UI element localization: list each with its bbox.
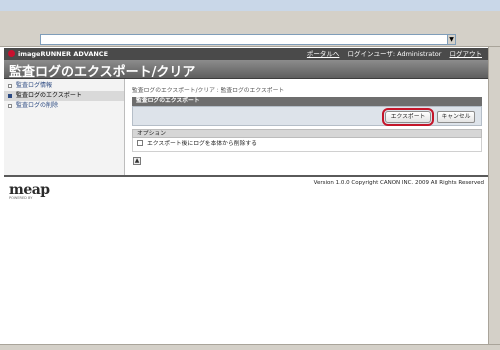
login-user-label: ログインユーザ: Administrator [347, 50, 442, 58]
brand-name: imageRUNNER ADVANCE [18, 50, 109, 58]
browser-status-bar [0, 344, 500, 350]
meap-logo-subtitle: POWERED BY [9, 196, 33, 200]
sidebar-item-audit-log-export[interactable]: 監査ログのエクスポート [4, 91, 124, 101]
address-bar[interactable] [40, 34, 456, 45]
section-header: 監査ログのエクスポート [132, 97, 482, 106]
logout-link[interactable]: ログアウト [450, 50, 483, 58]
sidebar-item-audit-log-delete[interactable]: 監査ログの削除 [4, 101, 124, 111]
export-button[interactable]: エクスポート [382, 108, 434, 126]
page-title: 監査ログのエクスポート/クリア [9, 65, 196, 80]
portal-link[interactable]: ポータルへ [307, 50, 340, 58]
back-to-top-icon[interactable]: ▲ [133, 157, 141, 165]
title-bar: 監査ログのエクスポート/クリア [4, 60, 488, 80]
cancel-button[interactable]: キャンセル [437, 111, 475, 123]
delete-after-export-label: エクスポート後にログを本体から削除する [147, 141, 257, 147]
sidebar: 監査ログ情報 監査ログのエクスポート 監査ログの削除 [4, 79, 125, 175]
app-header: imageRUNNER ADVANCE ポータルへ ログインユーザ: Admin… [4, 48, 488, 60]
sidebar-item-label: 監査ログ情報 [16, 82, 53, 89]
sidebar-item-label: 監査ログの削除 [16, 102, 59, 109]
window-scrollbar[interactable] [488, 47, 500, 350]
version-copyright: Version 1.0.0 Copyright CANON INC. 2009 … [313, 180, 484, 186]
sidebar-item-audit-log-info[interactable]: 監査ログ情報 [4, 81, 124, 91]
canon-logo-icon [8, 50, 15, 57]
bullet-icon [8, 84, 12, 88]
options-header: オプション [132, 129, 482, 138]
brand: imageRUNNER ADVANCE [8, 48, 108, 60]
option-row: エクスポート後にログを本体から削除する [132, 138, 482, 152]
action-panel: エクスポート キャンセル [132, 106, 482, 126]
browser-chrome-top [0, 0, 500, 11]
address-dropdown-icon[interactable]: ▼ [447, 34, 456, 45]
bullet-icon [8, 104, 12, 108]
main-content: 監査ログのエクスポート/クリア : 監査ログのエクスポート 監査ログのエクスポー… [126, 79, 488, 175]
top-links: ポータルへ ログインユーザ: Administrator ログアウト [301, 48, 482, 60]
bullet-icon [8, 94, 12, 98]
sidebar-item-label: 監査ログのエクスポート [16, 92, 82, 99]
delete-after-export-checkbox[interactable] [137, 140, 143, 146]
page-blank-area [4, 205, 488, 345]
breadcrumb: 監査ログのエクスポート/クリア : 監査ログのエクスポート [132, 88, 285, 94]
footer: meap POWERED BY Version 1.0.0 Copyright … [4, 175, 488, 205]
